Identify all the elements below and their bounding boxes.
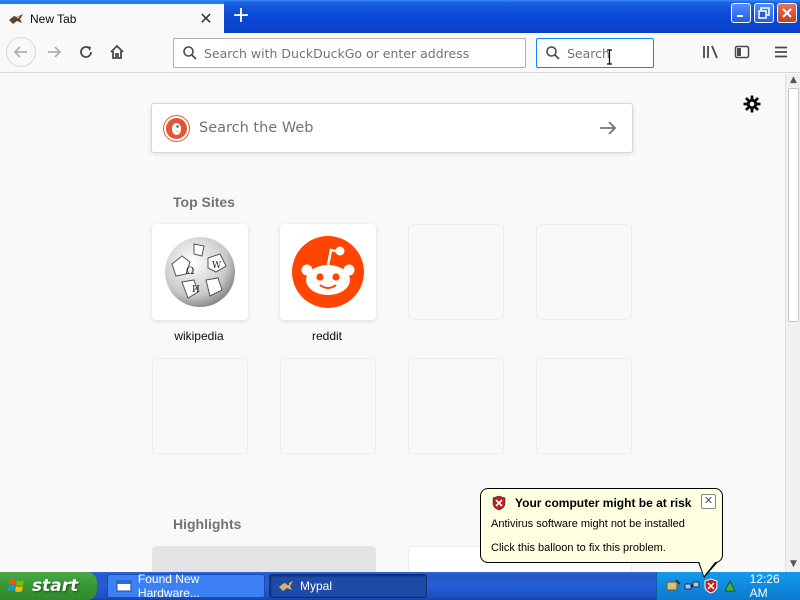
balloon-action-text: Click this balloon to fix this problem. bbox=[491, 542, 666, 554]
web-search-box[interactable] bbox=[151, 103, 633, 153]
balloon-tail-fill bbox=[699, 561, 716, 576]
home-button[interactable] bbox=[103, 38, 131, 66]
clock: 12:26 AM bbox=[749, 572, 780, 600]
hamburger-menu-icon bbox=[775, 46, 787, 58]
restore-icon bbox=[758, 7, 770, 19]
back-button[interactable] bbox=[6, 37, 36, 67]
top-site-empty-slot[interactable] bbox=[408, 224, 504, 320]
top-site-empty-slot[interactable] bbox=[280, 358, 376, 454]
balloon-close-button[interactable]: ✕ bbox=[701, 494, 716, 509]
security-shield-icon bbox=[492, 495, 506, 511]
close-icon bbox=[782, 8, 792, 18]
sidebar-button[interactable] bbox=[728, 38, 756, 66]
reddit-alien-icon bbox=[292, 236, 364, 308]
minimize-button[interactable] bbox=[731, 3, 751, 23]
tab-title: New Tab bbox=[30, 11, 77, 26]
security-shield-icon[interactable] bbox=[703, 578, 719, 594]
scroll-up-icon[interactable]: ▲ bbox=[787, 74, 800, 87]
top-site-empty-slot[interactable] bbox=[408, 358, 504, 454]
network-tray-icon[interactable] bbox=[684, 578, 700, 594]
balloon-title: Your computer might be at risk bbox=[515, 496, 692, 510]
sidebar-icon bbox=[734, 45, 750, 59]
mypal-icon bbox=[279, 581, 293, 591]
highlight-card[interactable] bbox=[152, 546, 376, 572]
tab-new-tab[interactable]: New Tab ✕ bbox=[0, 2, 224, 33]
top-site-empty-slot[interactable] bbox=[536, 358, 632, 454]
wikipedia-globe-icon: Ω W И bbox=[165, 237, 235, 307]
web-search-input[interactable] bbox=[199, 120, 588, 136]
taskbar-item-label: Found New Hardware... bbox=[137, 572, 200, 600]
maximize-button[interactable] bbox=[754, 3, 774, 23]
search-icon bbox=[183, 46, 197, 60]
navigation-toolbar bbox=[0, 33, 800, 73]
url-bar[interactable] bbox=[173, 38, 526, 68]
tab-close-icon[interactable]: ✕ bbox=[196, 9, 216, 29]
hardware-icon bbox=[116, 580, 132, 592]
vertical-scrollbar[interactable]: ▲ ▼ bbox=[785, 74, 800, 572]
library-button[interactable] bbox=[697, 38, 725, 66]
close-window-button[interactable] bbox=[777, 3, 797, 23]
text-cursor-icon bbox=[607, 49, 612, 65]
top-site-tile-reddit[interactable] bbox=[280, 224, 376, 320]
start-label: start bbox=[32, 576, 79, 596]
scrollbar-thumb[interactable] bbox=[788, 88, 799, 322]
start-button[interactable]: start bbox=[0, 572, 97, 600]
taskbar: start Found New Hardware... Mypal 12:26 … bbox=[0, 572, 800, 600]
hardware-tray-icon[interactable] bbox=[665, 578, 681, 594]
svg-text:И: И bbox=[192, 285, 200, 295]
search-icon bbox=[546, 46, 560, 60]
taskbar-item-found-new-hardware[interactable]: Found New Hardware... bbox=[107, 572, 265, 600]
search-submit-arrow-icon[interactable] bbox=[588, 108, 628, 148]
svg-text:W: W bbox=[212, 261, 222, 271]
reload-icon bbox=[80, 46, 92, 58]
scroll-down-icon[interactable]: ▼ bbox=[787, 558, 800, 571]
forward-arrow-icon bbox=[48, 46, 62, 58]
taskbar-item-label: Mypal bbox=[300, 579, 333, 593]
svg-text:Ω: Ω bbox=[186, 266, 194, 277]
taskbar-item-mypal[interactable]: Mypal bbox=[269, 574, 427, 598]
gear-icon[interactable] bbox=[742, 94, 762, 114]
tab-strip: New Tab ✕ + bbox=[0, 0, 800, 33]
system-tray: 12:26 AM bbox=[656, 572, 800, 600]
top-sites-heading: Top Sites bbox=[173, 194, 235, 210]
search-bar[interactable] bbox=[536, 38, 654, 68]
url-input[interactable] bbox=[204, 45, 525, 61]
top-site-empty-slot[interactable] bbox=[536, 224, 632, 320]
windows-logo-icon bbox=[8, 579, 24, 592]
top-site-tile-wikipedia[interactable]: Ω W И bbox=[152, 224, 248, 320]
balloon-message: Antivirus software might not be installe… bbox=[491, 518, 685, 530]
highlights-heading: Highlights bbox=[173, 516, 242, 532]
menu-button[interactable] bbox=[767, 38, 795, 66]
duckduckgo-logo-icon bbox=[164, 115, 189, 141]
top-site-label: wikipedia bbox=[174, 329, 224, 343]
top-site-empty-slot[interactable] bbox=[152, 358, 248, 454]
forward-button[interactable] bbox=[40, 38, 68, 66]
home-icon bbox=[110, 44, 124, 59]
safely-remove-tray-icon[interactable] bbox=[722, 578, 738, 594]
balloon-title-row: Your computer might be at risk bbox=[491, 495, 712, 511]
security-balloon-notification[interactable]: Your computer might be at risk ✕ Antivir… bbox=[480, 488, 723, 563]
back-arrow-icon bbox=[13, 46, 27, 58]
mypal-favicon-icon bbox=[8, 11, 24, 27]
minimize-icon bbox=[737, 15, 743, 17]
top-site-label: reddit bbox=[311, 329, 343, 343]
browser-window: New Tab ✕ + Search with DuckDuckGo or en… bbox=[0, 0, 800, 572]
new-tab-button[interactable]: + bbox=[226, 2, 256, 30]
library-icon bbox=[703, 45, 718, 59]
reload-button[interactable] bbox=[72, 38, 100, 66]
